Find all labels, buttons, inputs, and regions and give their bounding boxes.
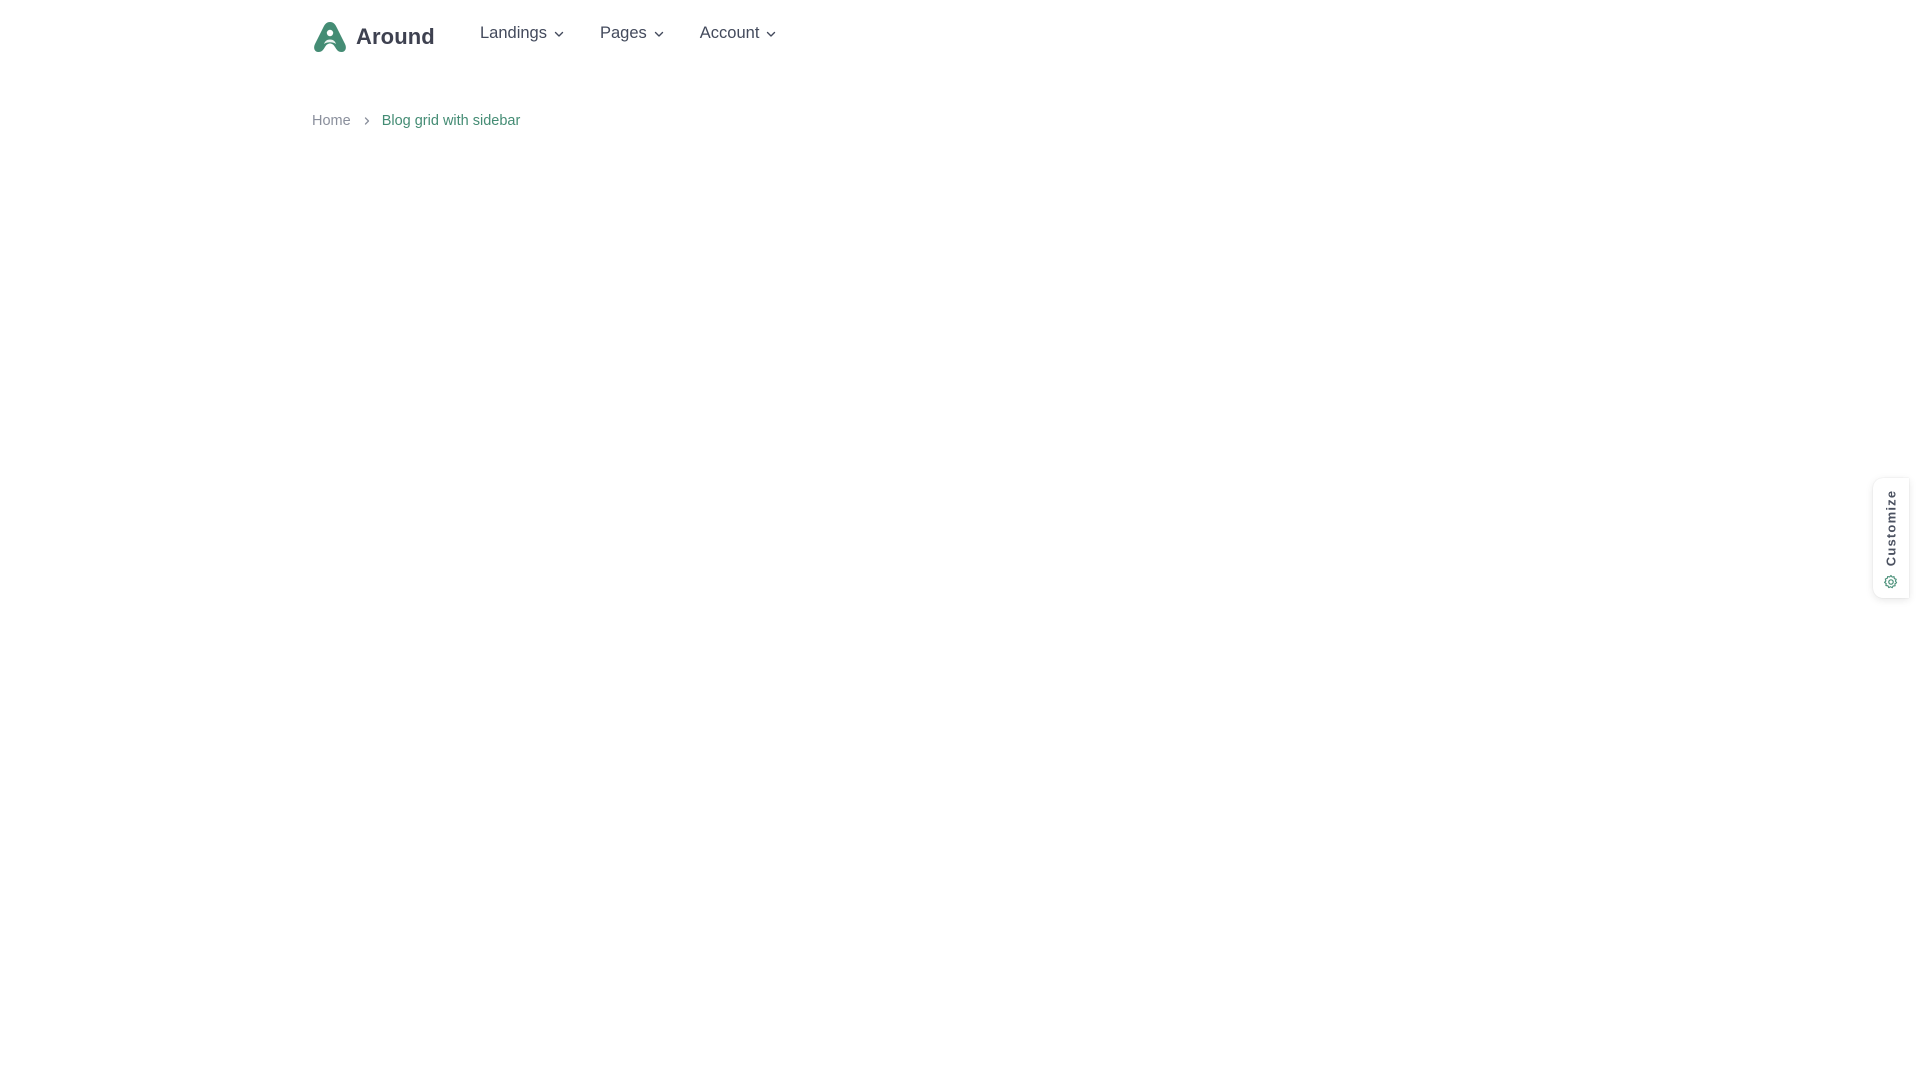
around-logo-icon <box>314 22 346 52</box>
nav-item-pages[interactable]: Pages <box>600 24 665 43</box>
breadcrumb-current: Blog grid with sidebar <box>381 113 521 129</box>
customize-button[interactable]: Customize <box>1873 478 1909 598</box>
breadcrumb: Home Blog grid with sidebar <box>312 113 520 129</box>
nav-item-label: Account <box>699 24 760 42</box>
breadcrumb-home-link[interactable]: Home <box>312 113 351 129</box>
gear-icon <box>1884 574 1898 589</box>
nav-item-account[interactable]: Account <box>700 24 778 43</box>
nav-item-label: Landings <box>480 24 547 42</box>
nav-item-label: Pages <box>599 24 647 42</box>
main-nav: Landings Pages Account <box>480 24 812 43</box>
customize-label: Customize <box>1883 489 1899 567</box>
brand-name: Around <box>356 24 435 49</box>
brand-link[interactable]: Around <box>312 20 435 54</box>
page: Around Landings Pages Account Home Blog … <box>0 0 1920 1080</box>
chevron-down-icon <box>767 31 776 37</box>
chevron-right-icon <box>364 117 369 125</box>
nav-item-landings[interactable]: Landings <box>480 24 565 43</box>
chevron-down-icon <box>654 31 663 37</box>
site-header: Around Landings Pages Account <box>0 0 1920 74</box>
chevron-down-icon <box>554 31 564 37</box>
